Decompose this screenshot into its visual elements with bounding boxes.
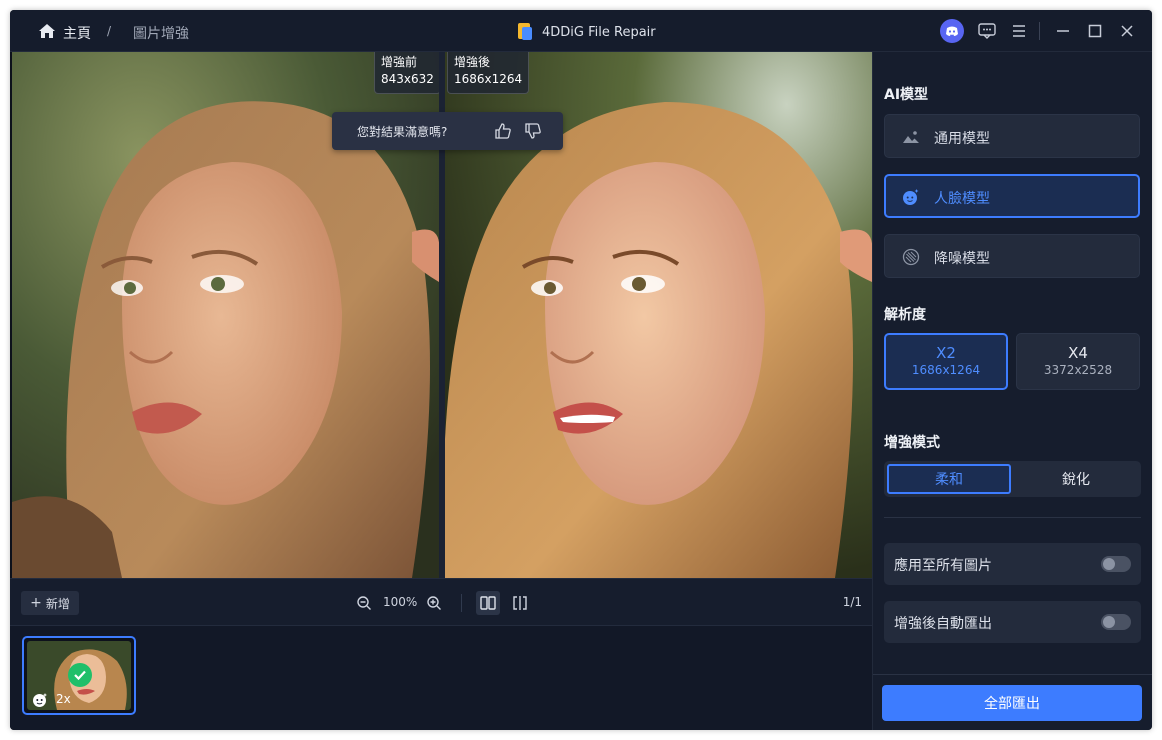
model-face-button[interactable]: 人臉模型 [884, 174, 1140, 218]
resolution-x2-scale: X2 [936, 344, 956, 362]
menu-icon[interactable] [1008, 20, 1030, 42]
resolution-x4-scale: X4 [1068, 344, 1088, 362]
export-all-button[interactable]: 全部匯出 [882, 685, 1142, 721]
toolbar-divider [461, 594, 462, 612]
breadcrumb-current: 圖片增強 [133, 26, 189, 42]
breadcrumb-home[interactable]: 主頁 [63, 23, 91, 43]
image-viewer[interactable]: 增強前 843x632 增強後 1686x1264 您對結果滿意嗎? [10, 52, 872, 578]
apply-all-row: 應用至所有圖片 [884, 543, 1141, 585]
zoom-out-icon[interactable] [354, 593, 374, 613]
discord-icon[interactable] [940, 19, 964, 43]
app-title: 4DDiG File Repair [516, 22, 656, 42]
panel-footer: 全部匯出 [873, 674, 1152, 730]
thumbnail-scale: 2x [56, 692, 71, 706]
face-model-badge-icon [33, 693, 47, 707]
enhance-mode-toggle: 柔和 銳化 [884, 461, 1141, 497]
model-general-button[interactable]: 通用模型 [884, 114, 1140, 158]
plus-icon: + [30, 595, 42, 611]
close-icon[interactable] [1116, 20, 1138, 42]
add-label: 新增 [45, 596, 70, 611]
after-label: 增強後 [454, 55, 491, 69]
after-badge: 增強後 1686x1264 [447, 52, 530, 94]
titlebar-divider [1039, 22, 1040, 40]
enhance-mode-title: 增強模式 [884, 435, 940, 451]
home-icon[interactable] [38, 23, 56, 39]
minimize-icon[interactable] [1052, 20, 1074, 42]
before-size: 843x632 [381, 72, 434, 86]
app-window: 主頁 / 圖片增強 4DDiG File Repair 增強前 843x632 … [10, 10, 1152, 730]
auto-export-label: 增強後自動匯出 [894, 616, 992, 632]
thumbs-down-icon[interactable] [524, 122, 542, 140]
image-thumbnail[interactable]: 2x [22, 636, 136, 715]
zoom-in-icon[interactable] [424, 593, 444, 613]
done-check-icon [68, 663, 92, 687]
feedback-icon[interactable] [976, 20, 998, 42]
app-name: 4DDiG File Repair [542, 24, 656, 40]
before-badge: 增強前 843x632 [374, 52, 439, 94]
after-size: 1686x1264 [454, 72, 523, 86]
page-count: 1/1 [842, 595, 862, 609]
zoom-level: 100% [383, 595, 418, 609]
landscape-icon [903, 131, 919, 143]
ai-model-title: AI模型 [884, 87, 929, 103]
before-label: 增強前 [381, 55, 418, 69]
switch-knob [1103, 558, 1115, 570]
mode-soft-button[interactable]: 柔和 [887, 464, 1011, 494]
model-general-label: 通用模型 [934, 131, 990, 147]
face-icon [903, 189, 919, 205]
thumbs-up-icon[interactable] [494, 122, 512, 140]
resolution-title: 解析度 [884, 307, 926, 323]
split-view-icon[interactable] [510, 593, 530, 613]
feedback-question: 您對結果滿意嗎? [357, 125, 448, 139]
apply-all-label: 應用至所有圖片 [894, 558, 992, 574]
auto-export-switch[interactable] [1101, 614, 1131, 630]
model-face-label: 人臉模型 [934, 191, 990, 207]
image-toolbar: + 新增 100% 1/1 [10, 578, 872, 626]
app-logo-icon [518, 23, 532, 40]
resolution-x2-size: 1686x1264 [911, 363, 981, 377]
panel-divider [884, 517, 1141, 518]
model-denoise-label: 降噪模型 [934, 251, 990, 267]
settings-panel: AI模型 通用模型 人臉模型 降噪模型 解析度 X2 1686x1264 X4 … [872, 52, 1152, 730]
switch-knob [1103, 616, 1115, 628]
model-denoise-button[interactable]: 降噪模型 [884, 234, 1140, 278]
resolution-x4-button[interactable]: X4 3372x2528 [1016, 333, 1140, 390]
breadcrumb-separator: / [107, 24, 112, 38]
add-image-button[interactable]: + 新增 [21, 591, 79, 615]
thumbnail-strip: 2x [10, 626, 872, 730]
maximize-icon[interactable] [1084, 20, 1106, 42]
side-by-side-view-icon[interactable] [476, 591, 500, 615]
denoise-icon [902, 248, 920, 266]
title-bar: 主頁 / 圖片增強 4DDiG File Repair [10, 10, 1152, 52]
apply-all-switch[interactable] [1101, 556, 1131, 572]
mode-sharpen-button[interactable]: 銳化 [1014, 464, 1138, 494]
auto-export-row: 增強後自動匯出 [884, 601, 1141, 643]
resolution-x2-button[interactable]: X2 1686x1264 [884, 333, 1008, 390]
resolution-x4-size: 3372x2528 [1043, 363, 1113, 377]
feedback-popup: 您對結果滿意嗎? [332, 112, 563, 150]
